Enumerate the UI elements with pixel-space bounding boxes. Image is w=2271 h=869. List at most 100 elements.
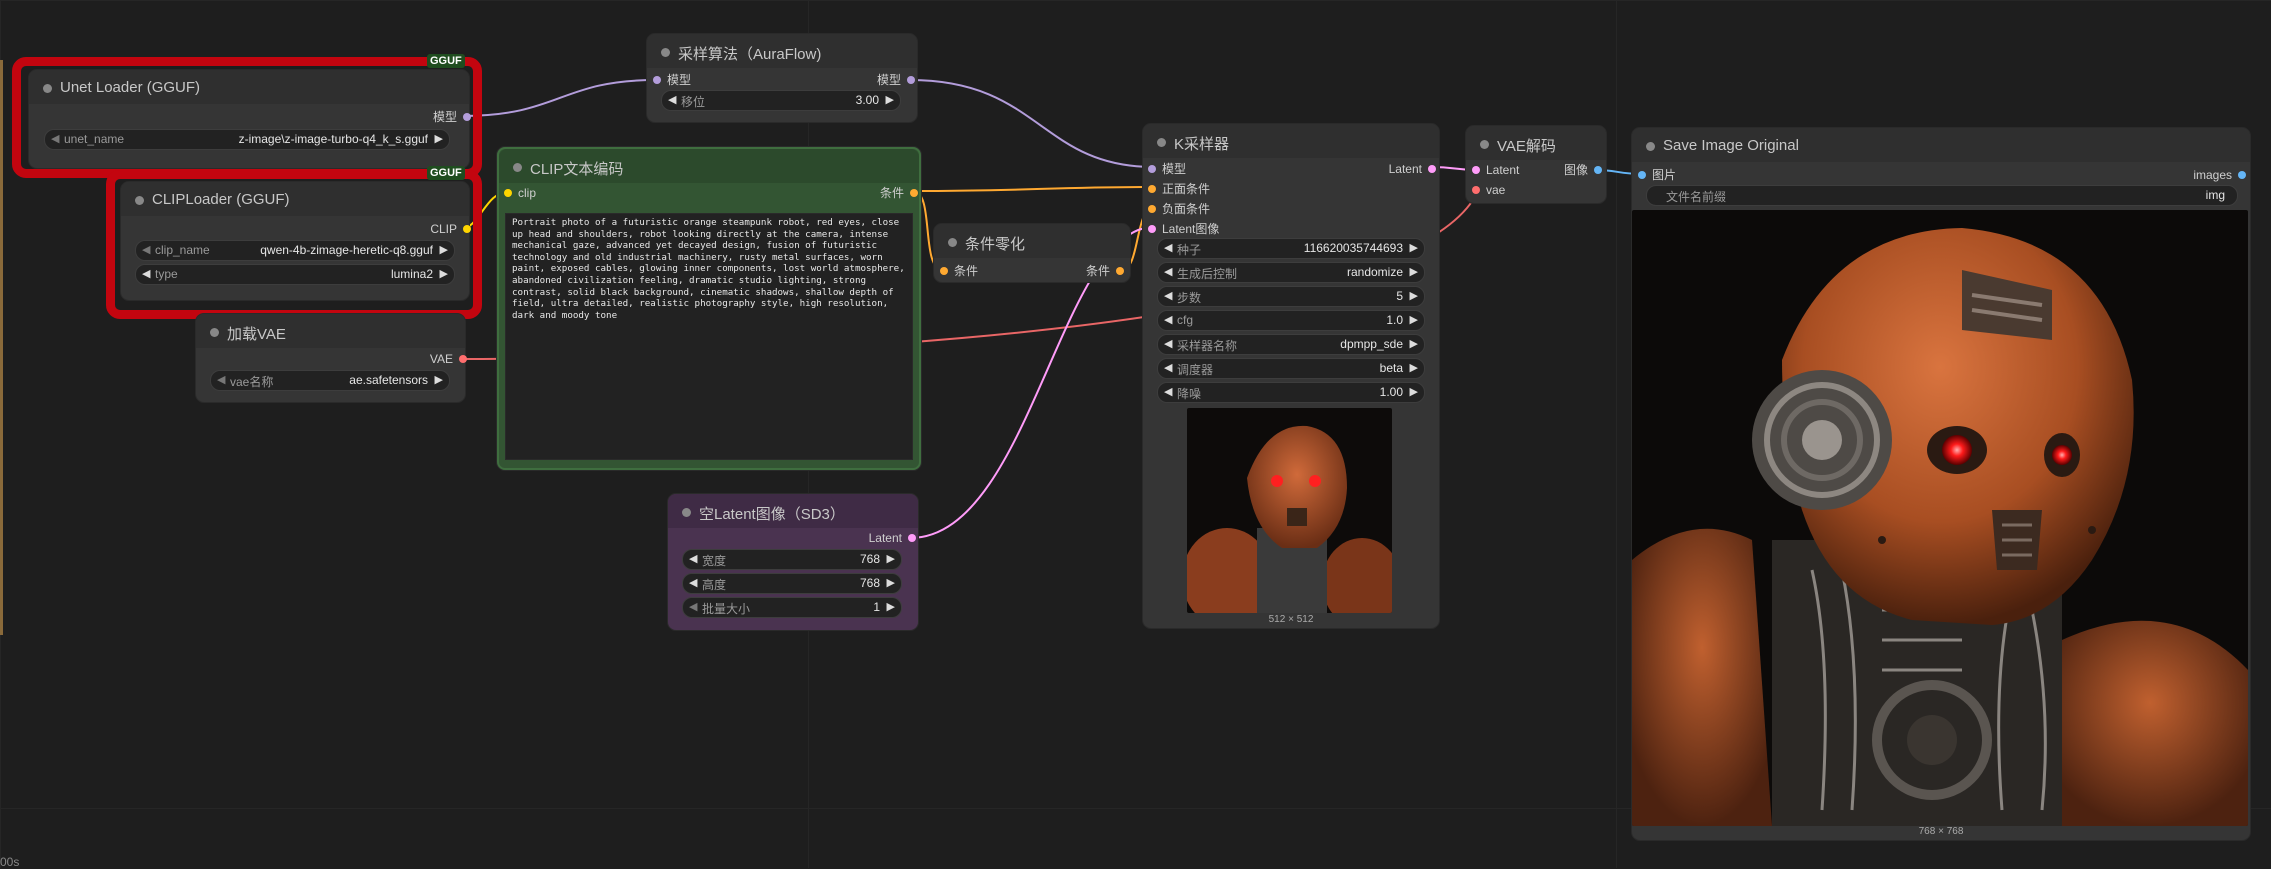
node-header[interactable]: Save Image Original <box>1632 128 2250 162</box>
vae-pin-icon[interactable] <box>459 355 467 363</box>
decrement-arrow-icon[interactable]: ◀ <box>1164 361 1172 374</box>
node-header[interactable]: VAE解码 <box>1466 126 1606 160</box>
increment-arrow-icon[interactable]: ▶ <box>1410 385 1418 398</box>
widget-sampler-name[interactable]: ◀ 采样器名称 dpmpp_sde ▶ <box>1157 334 1425 355</box>
increment-arrow-icon[interactable]: ▶ <box>1410 337 1418 350</box>
input-slot-negative[interactable]: 负面条件 <box>1148 202 1268 216</box>
decrement-arrow-icon[interactable]: ◀ <box>217 373 225 386</box>
decrement-arrow-icon[interactable]: ◀ <box>142 267 150 280</box>
widget-unet-name[interactable]: ◀ unet_name z-image\z-image-turbo-q4_k_s… <box>44 129 450 150</box>
node-conditioning-zero[interactable]: 条件零化 条件 条件 <box>934 224 1130 282</box>
decrement-arrow-icon[interactable]: ◀ <box>1164 313 1172 326</box>
decrement-arrow-icon[interactable]: ◀ <box>689 600 697 613</box>
ksampler-preview-image[interactable] <box>1187 408 1392 613</box>
node-vae-loader[interactable]: 加载VAE VAE ◀ vae名称 ae.safetensors ▶ <box>196 314 467 402</box>
input-slot-latent[interactable]: Latent <box>1472 163 1542 177</box>
clip-pin-icon[interactable] <box>463 225 471 233</box>
widget-vae-name[interactable]: ◀ vae名称 ae.safetensors ▶ <box>210 370 450 391</box>
collapse-dot-icon[interactable] <box>1480 140 1489 149</box>
input-slot-images[interactable]: 图片 <box>1638 168 1708 182</box>
latent-pin-icon[interactable] <box>1428 165 1436 173</box>
model-pin-icon[interactable] <box>907 76 915 84</box>
input-slot-conditioning[interactable]: 条件 <box>940 264 1020 278</box>
conditioning-pin-icon[interactable] <box>1116 267 1124 275</box>
saved-image-preview[interactable] <box>1632 210 2248 826</box>
prompt-textarea[interactable]: Portrait photo of a futuristic orange st… <box>505 213 913 460</box>
decrement-arrow-icon[interactable]: ◀ <box>1164 265 1172 278</box>
decrement-arrow-icon[interactable]: ◀ <box>1164 241 1172 254</box>
latent-pin-icon[interactable] <box>908 534 916 542</box>
output-slot-images[interactable]: images <box>2166 168 2246 182</box>
widget-cfg[interactable]: ◀ cfg 1.0 ▶ <box>1157 310 1425 331</box>
input-slot-clip[interactable]: clip <box>504 186 584 200</box>
widget-scheduler[interactable]: ◀ 调度器 beta ▶ <box>1157 358 1425 379</box>
increment-arrow-icon[interactable]: ▶ <box>887 552 895 565</box>
model-pin-icon[interactable] <box>653 76 661 84</box>
increment-arrow-icon[interactable]: ▶ <box>1410 361 1418 374</box>
widget-seed[interactable]: ◀ 种子 116620035744693 ▶ <box>1157 238 1425 259</box>
widget-type[interactable]: ◀ type lumina2 ▶ <box>135 264 455 285</box>
collapse-dot-icon[interactable] <box>135 196 144 205</box>
increment-arrow-icon[interactable]: ▶ <box>1410 265 1418 278</box>
collapse-dot-icon[interactable] <box>948 238 957 247</box>
widget-width[interactable]: ◀ 宽度 768 ▶ <box>682 549 902 570</box>
increment-arrow-icon[interactable]: ▶ <box>887 600 895 613</box>
decrement-arrow-icon[interactable]: ◀ <box>689 576 697 589</box>
decrement-arrow-icon[interactable]: ◀ <box>668 93 676 106</box>
conditioning-pin-icon[interactable] <box>1148 205 1156 213</box>
increment-arrow-icon[interactable]: ▶ <box>886 93 894 106</box>
latent-pin-icon[interactable] <box>1148 225 1156 233</box>
collapse-dot-icon[interactable] <box>43 84 52 93</box>
input-slot-latent[interactable]: Latent图像 <box>1148 222 1268 236</box>
output-slot-vae[interactable]: VAE <box>387 352 467 366</box>
increment-arrow-icon[interactable]: ▶ <box>435 132 443 145</box>
node-clip-text-encode[interactable]: CLIP文本编码 clip 条件 Portrait photo of a fut… <box>497 147 921 470</box>
conditioning-pin-icon[interactable] <box>1148 185 1156 193</box>
node-clip-loader[interactable]: CLIPLoader (GGUF) CLIP ◀ clip_name qwen-… <box>121 182 471 300</box>
node-save-image[interactable]: Save Image Original 图片 images 文件名前缀 img <box>1632 128 2250 840</box>
widget-steps[interactable]: ◀ 步数 5 ▶ <box>1157 286 1425 307</box>
model-pin-icon[interactable] <box>1148 165 1156 173</box>
decrement-arrow-icon[interactable]: ◀ <box>1164 385 1172 398</box>
node-header[interactable]: 加载VAE <box>196 314 465 348</box>
input-slot-positive[interactable]: 正面条件 <box>1148 182 1268 196</box>
widget-filename-prefix[interactable]: 文件名前缀 img <box>1646 185 2238 206</box>
output-slot-model[interactable]: 模型 <box>391 110 471 124</box>
node-empty-latent[interactable]: 空Latent图像（SD3） Latent ◀ 宽度 768 ▶ ◀ 高度 76… <box>668 494 918 630</box>
vae-pin-icon[interactable] <box>1472 186 1480 194</box>
decrement-arrow-icon[interactable]: ◀ <box>1164 337 1172 350</box>
latent-pin-icon[interactable] <box>1472 166 1480 174</box>
image-pin-icon[interactable] <box>1638 171 1646 179</box>
increment-arrow-icon[interactable]: ▶ <box>435 373 443 386</box>
clip-pin-icon[interactable] <box>504 189 512 197</box>
output-slot-conditioning[interactable]: 条件 <box>838 186 918 200</box>
conditioning-pin-icon[interactable] <box>940 267 948 275</box>
node-header[interactable]: 条件零化 <box>934 224 1130 258</box>
node-sampling-algorithm[interactable]: 采样算法（AuraFlow) 模型 模型 ◀ 移位 3.00 ▶ <box>647 34 917 122</box>
output-slot-latent[interactable]: Latent <box>1356 162 1436 176</box>
collapse-dot-icon[interactable] <box>1157 138 1166 147</box>
output-slot-latent[interactable]: Latent <box>836 531 916 545</box>
node-unet-loader[interactable]: Unet Loader (GGUF) 模型 ◀ unet_name z-imag… <box>29 70 471 168</box>
node-header[interactable]: CLIPLoader (GGUF) <box>121 182 469 216</box>
decrement-arrow-icon[interactable]: ◀ <box>689 552 697 565</box>
node-ksampler[interactable]: K采样器 模型 正面条件 负面条件 Latent图像 Latent ◀ 种子 1… <box>1143 124 1439 628</box>
output-slot-model[interactable]: 模型 <box>835 73 915 87</box>
input-slot-model[interactable]: 模型 <box>653 73 733 87</box>
node-header[interactable]: Unet Loader (GGUF) <box>29 70 469 104</box>
node-vae-decode[interactable]: VAE解码 Latent vae 图像 <box>1466 126 1606 203</box>
collapse-dot-icon[interactable] <box>210 328 219 337</box>
decrement-arrow-icon[interactable]: ◀ <box>1164 289 1172 302</box>
increment-arrow-icon[interactable]: ▶ <box>1410 241 1418 254</box>
node-header[interactable]: 空Latent图像（SD3） <box>668 494 918 528</box>
decrement-arrow-icon[interactable]: ◀ <box>142 243 150 256</box>
model-pin-icon[interactable] <box>463 113 471 121</box>
widget-clip-name[interactable]: ◀ clip_name qwen-4b-zimage-heretic-q8.gg… <box>135 240 455 261</box>
widget-denoise[interactable]: ◀ 降噪 1.00 ▶ <box>1157 382 1425 403</box>
widget-batch-size[interactable]: ◀ 批量大小 1 ▶ <box>682 597 902 618</box>
collapse-dot-icon[interactable] <box>513 163 522 172</box>
image-pin-icon[interactable] <box>1594 166 1602 174</box>
collapse-dot-icon[interactable] <box>1646 142 1655 151</box>
input-slot-vae[interactable]: vae <box>1472 183 1542 197</box>
conditioning-pin-icon[interactable] <box>910 189 918 197</box>
